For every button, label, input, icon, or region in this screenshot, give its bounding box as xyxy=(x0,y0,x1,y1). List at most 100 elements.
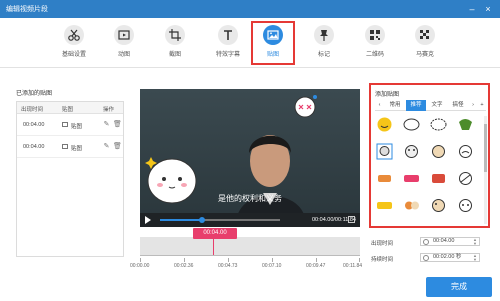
video-preview[interactable]: 是他的权利和义务 xyxy=(140,89,360,227)
image-icon xyxy=(62,144,68,149)
row-time: 00:04.00 xyxy=(23,122,45,128)
progress-fill xyxy=(160,219,202,221)
duration-field[interactable]: 00:02.00 秒 ▲ ▼ xyxy=(420,253,480,262)
progress-knob[interactable] xyxy=(199,217,205,223)
scissors-icon xyxy=(64,25,84,45)
tab-funny[interactable]: 搞怪 xyxy=(448,100,468,111)
window-title: 编辑视频片段 xyxy=(6,6,48,13)
added-stickers-title: 已添加的贴图 xyxy=(16,91,53,97)
table-row[interactable]: 00:04.00 贴图 ✎ 🗑 xyxy=(17,136,123,158)
tab-common[interactable]: 常用 xyxy=(385,100,405,111)
tool-sticker[interactable]: 贴图 xyxy=(251,21,295,65)
table-header: 出现时间 贴图 操作 xyxy=(17,102,123,114)
player-controls: 00:04.00/00:11.84 xyxy=(140,213,360,227)
ruler-tick-label: 00:11.84 xyxy=(343,263,363,269)
tab-recommended[interactable]: 推荐 xyxy=(406,100,426,111)
sticker-item[interactable] xyxy=(430,143,447,160)
delete-icon[interactable]: 🗑 xyxy=(113,143,122,150)
sticker-item[interactable] xyxy=(457,170,474,187)
play-icon[interactable] xyxy=(145,216,151,224)
edit-icon[interactable]: ✎ xyxy=(103,143,110,150)
ruler-tick xyxy=(272,258,273,262)
ruler-tick xyxy=(184,258,185,262)
fullscreen-icon[interactable] xyxy=(348,216,355,223)
tool-mosaic[interactable]: 马赛克 xyxy=(402,23,448,63)
sticker-scrollbar[interactable] xyxy=(484,116,487,224)
clock-icon xyxy=(423,239,429,245)
timeline-track[interactable] xyxy=(140,237,360,255)
tool-label: 截图 xyxy=(168,52,181,58)
timeline-marker-line xyxy=(213,239,214,255)
sticker-item[interactable] xyxy=(403,143,420,160)
tool-label: 动图 xyxy=(117,52,130,58)
tool-gif[interactable]: 动图 xyxy=(101,23,147,63)
sticker-item[interactable] xyxy=(403,197,420,214)
ruler-tick xyxy=(228,258,229,262)
tool-label: 基础设置 xyxy=(61,52,86,58)
row-time: 00:04.00 xyxy=(23,144,45,150)
sticker-item[interactable] xyxy=(403,116,420,133)
tool-mark[interactable]: 标记 xyxy=(301,23,347,63)
minimize-button[interactable]: – xyxy=(466,3,478,15)
tool-label: 特效字幕 xyxy=(215,52,240,58)
tool-label: 二维码 xyxy=(365,52,384,58)
qrcode-icon xyxy=(365,25,385,45)
image-icon xyxy=(62,122,68,127)
tool-label: 马赛克 xyxy=(415,52,434,58)
sticker-item[interactable] xyxy=(457,197,474,214)
sticker-item[interactable] xyxy=(457,116,474,133)
sticker-item[interactable] xyxy=(430,197,447,214)
sticker-item[interactable] xyxy=(430,170,447,187)
mosaic-icon xyxy=(415,25,435,45)
duration-label: 持续时间 xyxy=(371,257,394,263)
gif-frame-icon xyxy=(114,25,134,45)
sticker-item[interactable] xyxy=(457,143,474,160)
ruler-tick xyxy=(359,258,360,262)
tool-basic-settings[interactable]: 基础设置 xyxy=(51,23,97,63)
delete-icon[interactable]: 🗑 xyxy=(113,121,122,128)
scrollbar-thumb[interactable] xyxy=(484,124,487,172)
tab-prev-button[interactable]: ‹ xyxy=(375,100,384,111)
sticker-item[interactable] xyxy=(376,197,393,214)
stepper-icon[interactable]: ▲ ▼ xyxy=(473,238,477,246)
close-button[interactable]: × xyxy=(482,3,494,15)
column-header: 贴图 xyxy=(62,107,74,113)
progress-track[interactable] xyxy=(160,217,280,223)
sticker-panel-title: 添加贴图 xyxy=(375,92,400,98)
tab-text[interactable]: 文字 xyxy=(427,100,447,111)
added-stickers-table: 出现时间 贴图 操作 00:04.00 贴图 ✎ 🗑 00:04.00 贴图 ✎… xyxy=(16,101,124,257)
row-type: 贴图 xyxy=(71,146,83,152)
ruler-tick-label: 00:04.73 xyxy=(218,263,238,269)
sticker-item[interactable] xyxy=(376,143,393,160)
sticker-item[interactable] xyxy=(376,170,393,187)
appear-time-value: 00:04.00 xyxy=(433,238,455,244)
timeline-marker[interactable]: 00:04.00 xyxy=(193,228,237,239)
tool-label: 贴图 xyxy=(266,52,279,58)
picture-icon xyxy=(263,25,283,45)
stepper-icon[interactable]: ▲ ▼ xyxy=(473,254,477,262)
tool-qrcode[interactable]: 二维码 xyxy=(352,23,398,63)
row-type: 贴图 xyxy=(71,124,83,130)
sticker-overlay-face[interactable] xyxy=(290,91,320,131)
clock-icon xyxy=(423,255,429,261)
ruler-tick xyxy=(316,258,317,262)
add-tab-button[interactable]: + xyxy=(478,100,486,111)
column-header: 操作 xyxy=(103,107,115,113)
sticker-tabs: ‹ 常用 推荐 文字 搞怪 › + xyxy=(375,100,486,111)
done-button[interactable]: 完成 xyxy=(426,277,492,297)
ruler-tick-label: 00:00.00 xyxy=(130,263,150,269)
timeline-ruler xyxy=(140,255,360,261)
edit-icon[interactable]: ✎ xyxy=(103,121,110,128)
table-row[interactable]: 00:04.00 贴图 ✎ 🗑 xyxy=(17,114,123,136)
tool-effect-subtitle[interactable]: 特效字幕 xyxy=(205,23,251,63)
sticker-item[interactable] xyxy=(430,116,447,133)
pin-icon xyxy=(314,25,334,45)
sticker-item[interactable] xyxy=(403,170,420,187)
column-header: 出现时间 xyxy=(21,107,44,113)
tool-screenshot[interactable]: 截图 xyxy=(152,23,198,63)
ruler-tick-label: 00:07.10 xyxy=(262,263,282,269)
appear-time-field[interactable]: 00:04.00 ▲ ▼ xyxy=(420,237,480,246)
ruler-tick-label: 00:02.36 xyxy=(174,263,194,269)
sticker-item[interactable] xyxy=(376,116,393,133)
tab-next-button[interactable]: › xyxy=(469,100,477,111)
